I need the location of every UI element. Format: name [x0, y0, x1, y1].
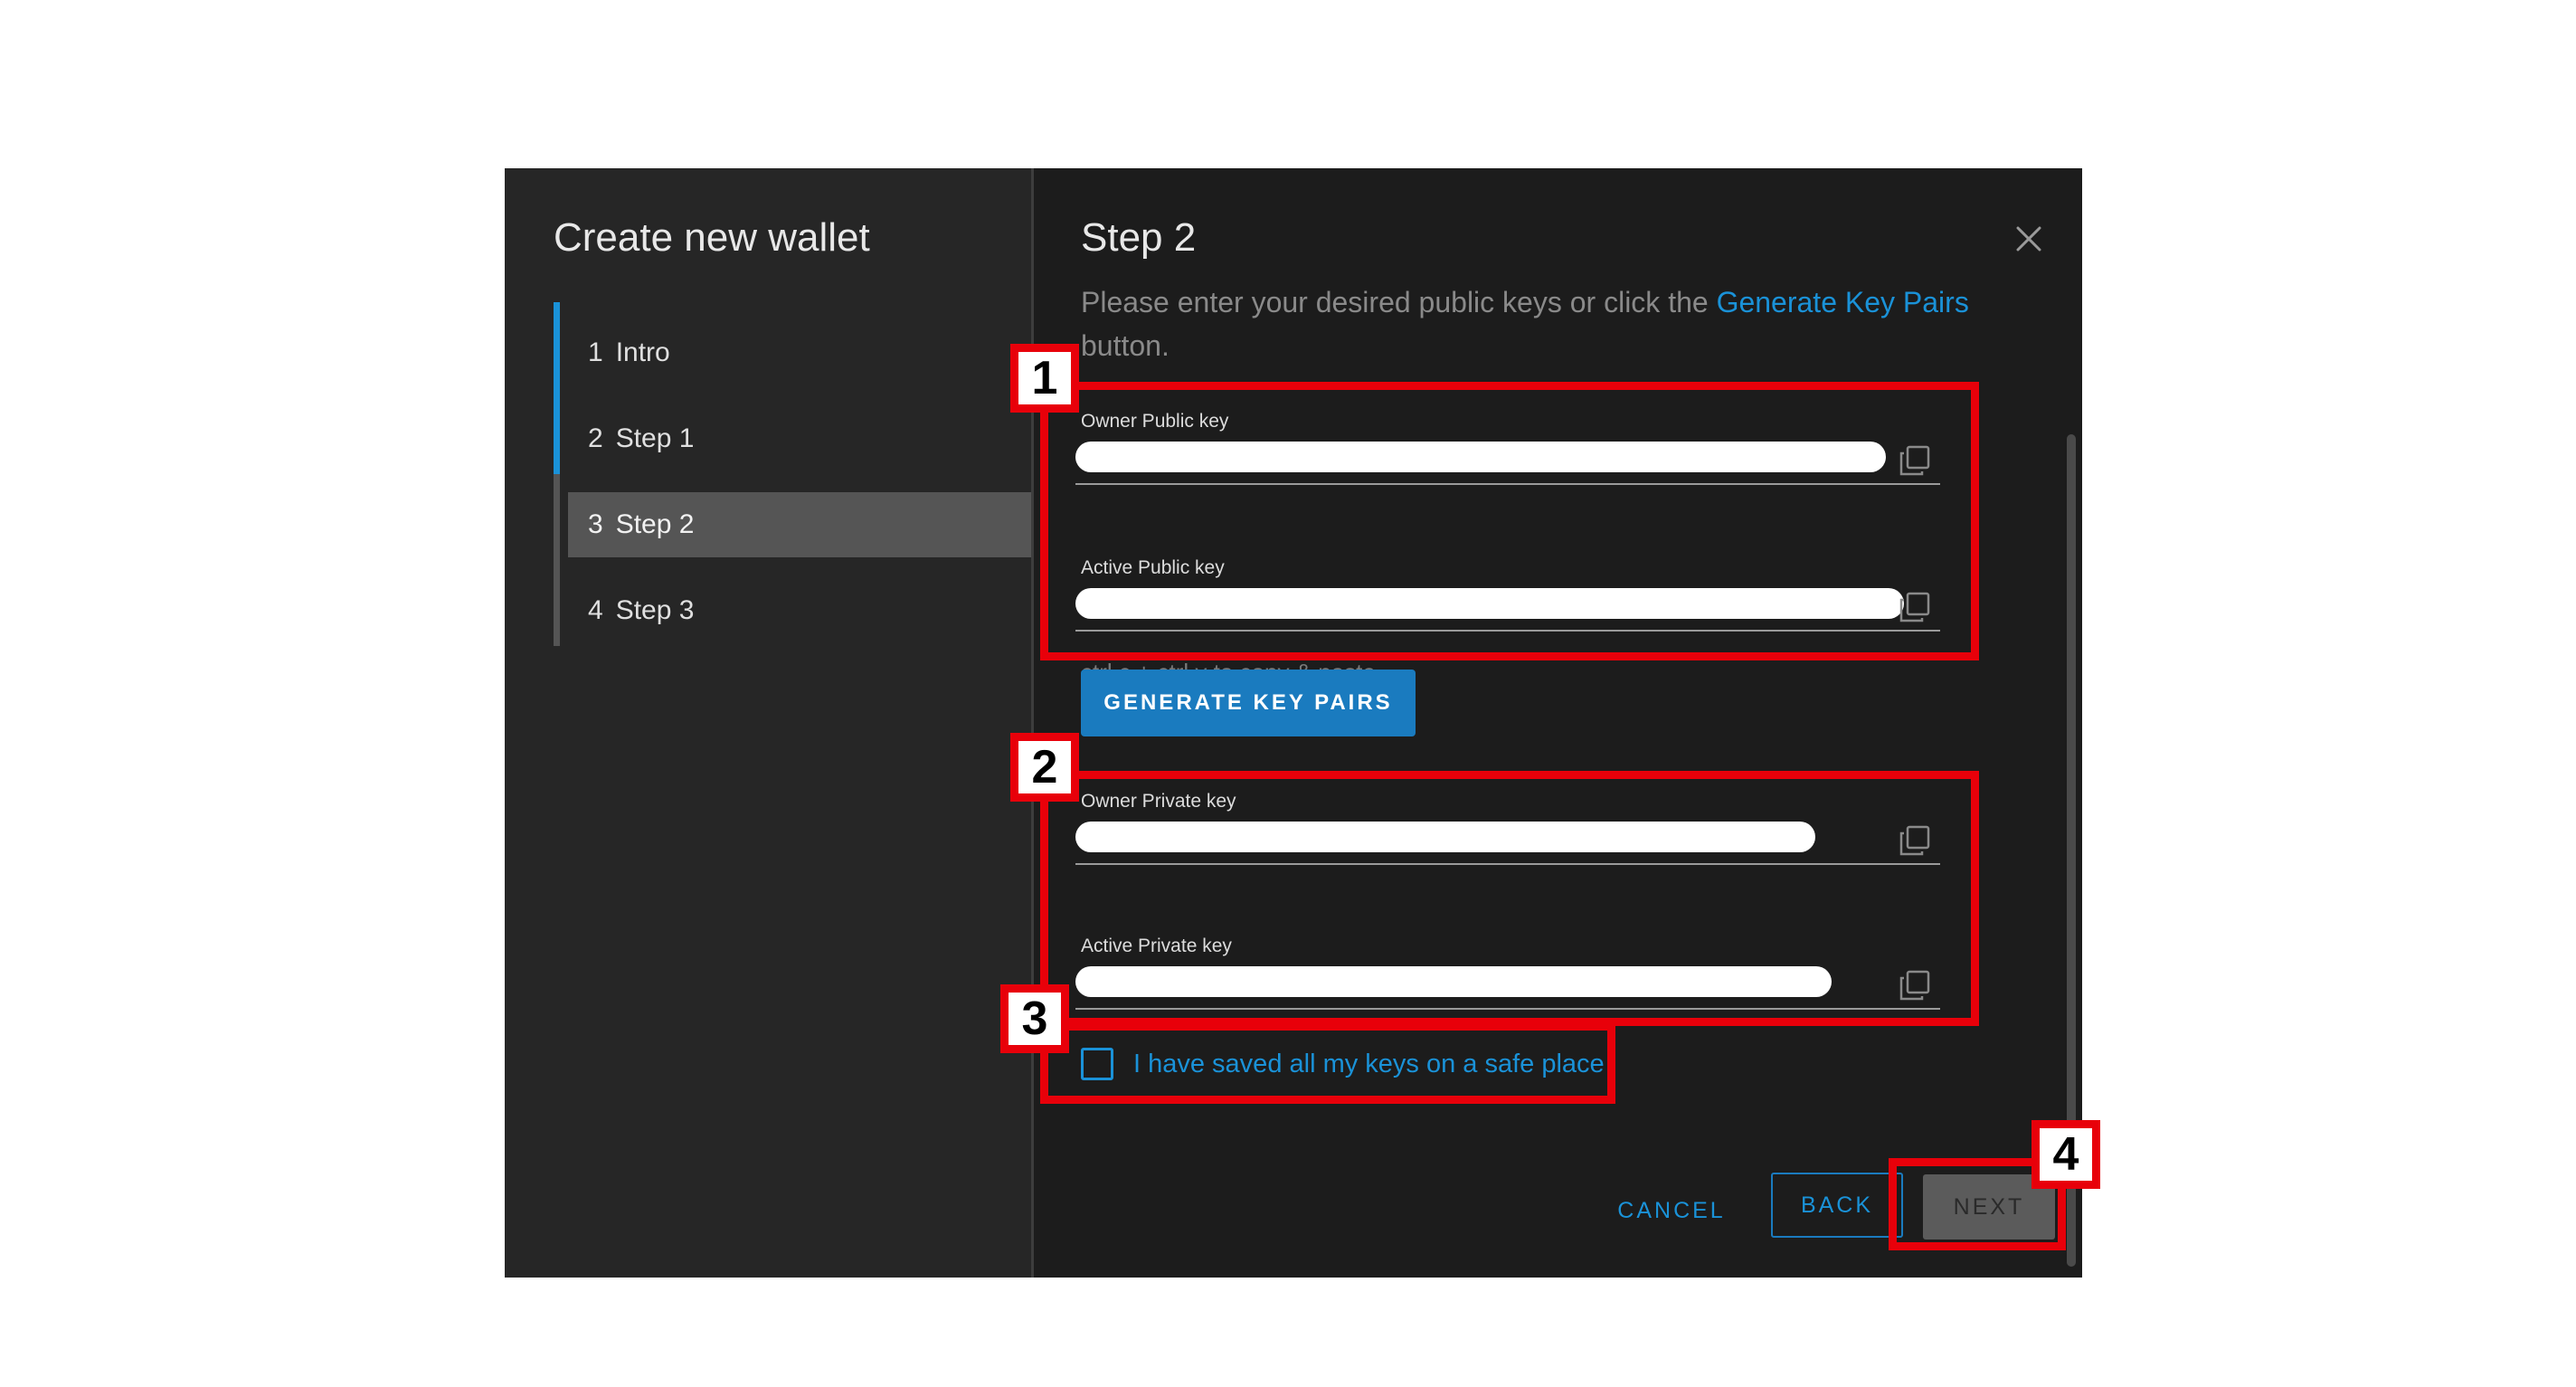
create-wallet-dialog: Create new wallet 1 Intro 2 Step 1 3 Ste… — [505, 168, 2082, 1278]
step-progress-track — [554, 302, 560, 646]
step-heading: Step 2 — [1081, 215, 1197, 260]
step-content: Step 2 Please enter your desired public … — [1075, 168, 2055, 1278]
step-label: Step 3 — [615, 595, 695, 625]
wizard-sidebar: Create new wallet 1 Intro 2 Step 1 3 Ste… — [505, 168, 1031, 1278]
description-text: Please enter your desired public keys or… — [1081, 286, 1717, 318]
step-number: 3 — [588, 509, 603, 539]
annotation-tag-1: 1 — [1010, 344, 1079, 413]
step-list: 1 Intro 2 Step 1 3 Step 2 4 Step 3 — [554, 302, 1031, 646]
cancel-button[interactable]: CANCEL — [1587, 1178, 1756, 1243]
step-number: 1 — [588, 337, 603, 367]
step-progress-fill — [554, 302, 560, 474]
panel-divider — [1031, 168, 1034, 1278]
step-label: Intro — [615, 337, 670, 367]
sidebar-title: Create new wallet — [554, 215, 870, 260]
step-number: 4 — [588, 595, 603, 625]
step-item-step-2[interactable]: 3 Step 2 — [568, 492, 1031, 557]
annotation-box-checkbox — [1040, 1022, 1615, 1104]
annotation-box-public-keys — [1040, 382, 1979, 660]
description-text-end: button. — [1081, 329, 1170, 362]
step-label: Step 1 — [615, 423, 695, 453]
back-button[interactable]: BACK — [1771, 1173, 1903, 1238]
annotation-tag-2: 2 — [1010, 733, 1079, 802]
step-item-step-3[interactable]: 4 Step 3 — [568, 578, 1031, 643]
close-icon[interactable] — [2011, 221, 2047, 257]
step-description: Please enter your desired public keys or… — [1081, 280, 2012, 367]
generate-key-pairs-link[interactable]: Generate Key Pairs — [1717, 286, 1969, 318]
step-item-step-1[interactable]: 2 Step 1 — [568, 406, 1031, 471]
step-label: Step 2 — [615, 509, 695, 539]
annotation-box-private-keys — [1040, 771, 1979, 1026]
generate-key-pairs-button[interactable]: GENERATE KEY PAIRS — [1081, 670, 1416, 736]
step-item-intro[interactable]: 1 Intro — [568, 320, 1031, 385]
step-number: 2 — [588, 423, 603, 453]
annotation-tag-4: 4 — [2031, 1120, 2100, 1189]
annotation-tag-3: 3 — [1000, 984, 1069, 1053]
